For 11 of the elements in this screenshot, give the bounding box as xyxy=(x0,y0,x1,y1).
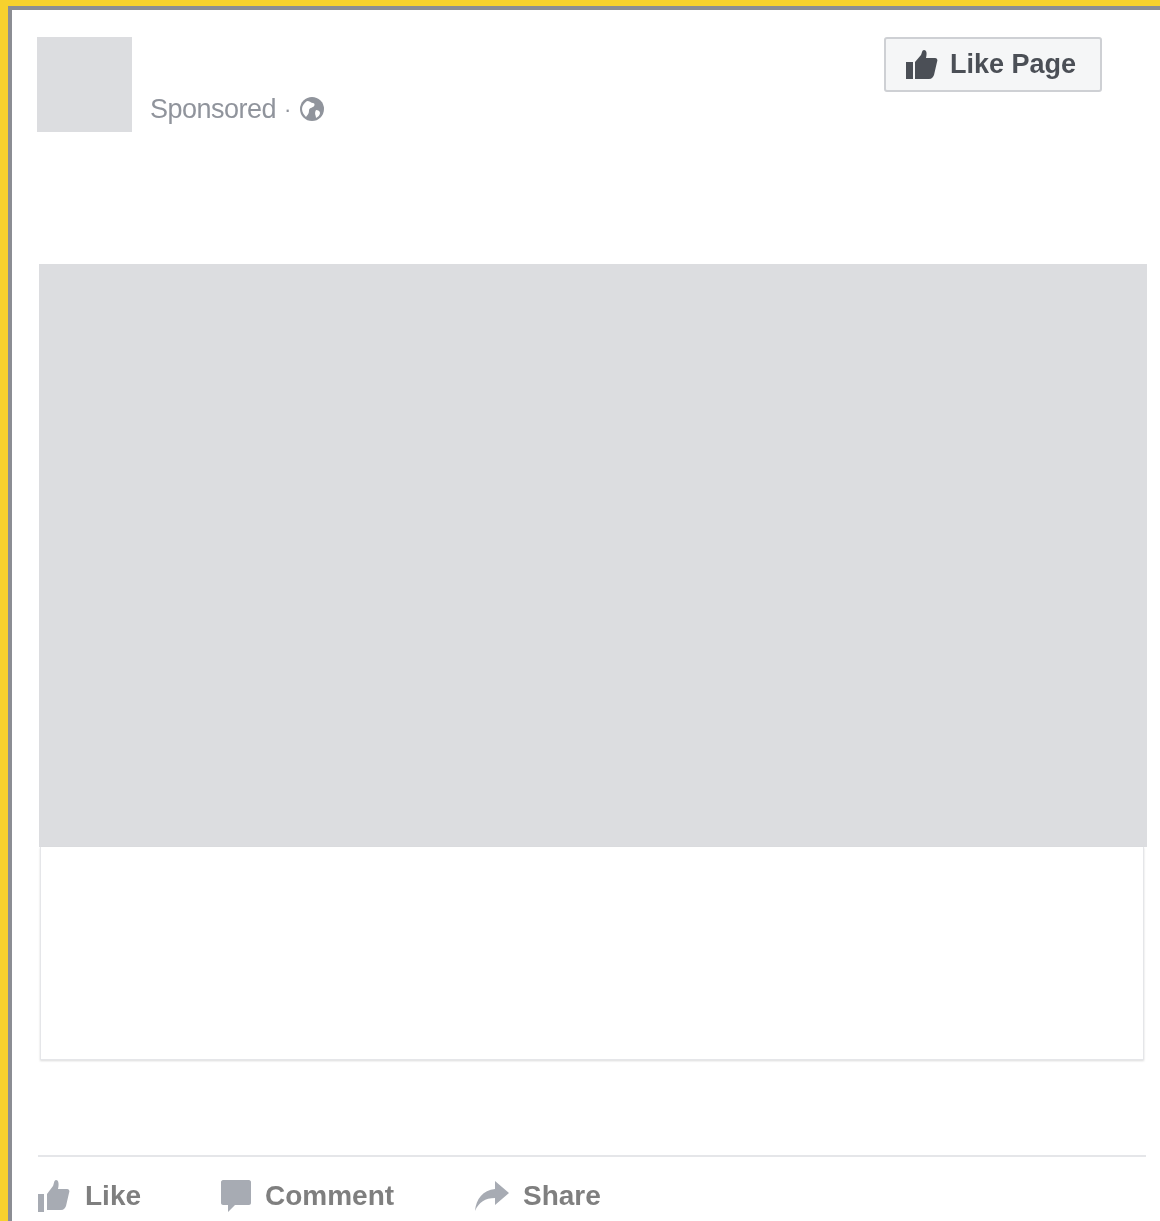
comment-action[interactable]: Comment xyxy=(221,1175,475,1217)
thumbs-up-icon xyxy=(38,1180,71,1212)
speech-bubble-icon xyxy=(221,1180,251,1212)
sponsored-label: Sponsored xyxy=(150,93,277,126)
share-arrow-icon xyxy=(475,1181,509,1211)
globe-icon xyxy=(299,96,326,123)
like-page-button[interactable]: Like Page xyxy=(884,37,1102,92)
thumbs-up-icon xyxy=(906,49,938,80)
separator-dot: · xyxy=(284,95,292,124)
share-action[interactable]: Share xyxy=(475,1175,675,1217)
like-action[interactable]: Like xyxy=(38,1175,221,1217)
